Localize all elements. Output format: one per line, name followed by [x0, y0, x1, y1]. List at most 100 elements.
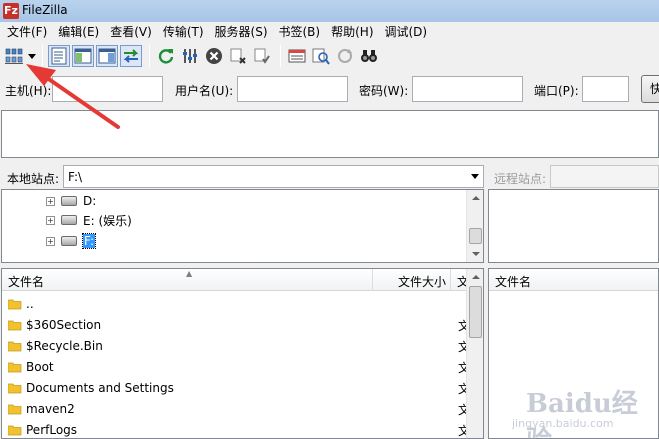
- tree-item-e[interactable]: + E: (娱乐): [46, 210, 132, 230]
- menu-server[interactable]: 服务器(S): [210, 22, 274, 42]
- menu-bar: 文件(F) 编辑(E) 查看(V) 传输(T) 服务器(S) 书签(B) 帮助(…: [0, 22, 659, 42]
- port-input[interactable]: [582, 76, 629, 102]
- cancel-icon: [206, 48, 222, 64]
- quickconnect-button[interactable]: 快: [641, 75, 659, 103]
- window-title: FileZilla: [22, 3, 68, 17]
- toolbar: [0, 42, 659, 70]
- file-row[interactable]: $Recycle.Bin 文: [8, 335, 470, 356]
- reconnect-button[interactable]: [251, 45, 273, 67]
- remote-directory-tree[interactable]: [488, 189, 659, 263]
- disconnect-button[interactable]: [227, 45, 249, 67]
- toolbar-separator: [42, 45, 43, 67]
- tree-item-label-selected: F:: [81, 233, 97, 249]
- directory-filter-button[interactable]: [286, 45, 308, 67]
- directory-filter-icon: [288, 49, 306, 63]
- scrollbar-thumb[interactable]: [469, 286, 482, 338]
- toggle-remote-tree-button[interactable]: [96, 45, 118, 67]
- scroll-down-icon[interactable]: [472, 252, 480, 256]
- compare-directories-icon: [312, 48, 330, 65]
- file-row[interactable]: maven2 文: [8, 398, 470, 419]
- scroll-up-icon[interactable]: [472, 196, 480, 200]
- password-label: 密码(W):: [359, 84, 409, 98]
- folder-icon: [8, 403, 22, 415]
- site-manager-button[interactable]: [3, 45, 25, 67]
- sort-ascending-icon: ▲: [186, 269, 193, 278]
- search-button[interactable]: [358, 45, 380, 67]
- local-file-list: 文件名 ▲ 文件大小 文 .. $360Section 文 $Recycle.B…: [1, 268, 484, 439]
- folder-icon: [8, 340, 22, 352]
- password-input[interactable]: [412, 76, 523, 102]
- host-input[interactable]: [52, 76, 163, 102]
- tree-item-f[interactable]: + F:: [46, 231, 97, 251]
- expand-icon[interactable]: +: [46, 215, 55, 225]
- tree-item-label: E: (娱乐): [83, 213, 132, 228]
- baidu-watermark: Baidu经验 jingyan.baidu.com: [498, 383, 658, 439]
- reconnect-icon: [254, 48, 270, 64]
- quickconnect-bar: 主机(H): 用户名(U): 密码(W): 端口(P): 快: [0, 70, 659, 108]
- file-name: Documents and Settings: [26, 380, 174, 395]
- remote-site-label: 远程站点:: [494, 172, 547, 186]
- local-path-combobox[interactable]: F:\: [63, 165, 484, 188]
- search-binoculars-icon: [361, 50, 377, 62]
- drive-icon: [61, 196, 77, 206]
- file-row[interactable]: Documents and Settings 文: [8, 377, 470, 398]
- dropdown-arrow-icon: [28, 53, 36, 59]
- file-row-parent[interactable]: ..: [8, 293, 34, 314]
- message-log[interactable]: [1, 110, 659, 158]
- scroll-up-icon[interactable]: [472, 275, 480, 279]
- process-queue-icon: [183, 49, 197, 63]
- remote-file-list-header: 文件名: [489, 269, 658, 291]
- menu-edit[interactable]: 编辑(E): [53, 22, 105, 42]
- menu-bookmarks[interactable]: 书签(B): [274, 22, 327, 42]
- process-queue-button[interactable]: [179, 45, 201, 67]
- username-label: 用户名(U):: [175, 84, 234, 98]
- local-path-value: F:\: [68, 170, 83, 184]
- remote-path-combobox[interactable]: [550, 165, 659, 188]
- folder-icon: [8, 361, 22, 373]
- scrollbar-thumb[interactable]: [469, 228, 482, 244]
- file-name: PerfLogs: [26, 422, 78, 437]
- toggle-message-log-button[interactable]: [48, 45, 70, 67]
- expand-icon[interactable]: +: [46, 196, 55, 206]
- drive-icon: [61, 236, 77, 246]
- menu-transfer[interactable]: 传输(T): [158, 22, 210, 42]
- file-list-header: 文件名 ▲ 文件大小 文: [2, 269, 483, 291]
- menu-view[interactable]: 查看(V): [105, 22, 158, 42]
- menu-file[interactable]: 文件(F): [2, 22, 53, 42]
- watermark-main-text: Baidu经验: [526, 389, 638, 439]
- cancel-button[interactable]: [203, 45, 225, 67]
- folder-icon: [8, 424, 22, 436]
- sync-browsing-button[interactable]: [334, 45, 356, 67]
- local-directory-tree: + D: + E: (娱乐) + F:: [1, 189, 484, 263]
- folder-icon: [8, 319, 22, 331]
- toggle-local-tree-button[interactable]: [72, 45, 94, 67]
- username-input[interactable]: [237, 76, 348, 102]
- file-row[interactable]: Boot 文: [8, 356, 470, 377]
- site-manager-dropdown[interactable]: [27, 45, 37, 67]
- column-header-filesize[interactable]: 文件大小: [398, 273, 446, 290]
- file-row[interactable]: $360Section 文: [8, 314, 470, 335]
- port-label: 端口(P):: [534, 84, 579, 98]
- refresh-icon: [158, 49, 174, 64]
- toolbar-separator: [280, 45, 281, 67]
- tree-scrollbar[interactable]: [466, 190, 483, 262]
- tree-item-label: D:: [83, 194, 97, 208]
- local-site-label: 本地站点:: [7, 172, 60, 186]
- column-header-filename[interactable]: 文件名: [495, 273, 531, 290]
- column-header-filename[interactable]: 文件名: [8, 273, 44, 290]
- toggle-transfer-queue-button[interactable]: [120, 45, 142, 67]
- file-row[interactable]: PerfLogs 文: [8, 419, 470, 438]
- toggle-local-tree-icon: [74, 48, 92, 64]
- menu-help[interactable]: 帮助(H): [326, 22, 379, 42]
- column-divider[interactable]: [372, 269, 373, 291]
- combobox-arrow-icon[interactable]: [471, 174, 479, 179]
- tree-item-d[interactable]: + D:: [46, 191, 96, 211]
- refresh-button[interactable]: [155, 45, 177, 67]
- column-divider[interactable]: [450, 269, 451, 291]
- menu-debug[interactable]: 调试(D): [380, 22, 434, 42]
- file-name: maven2: [26, 401, 75, 416]
- compare-directories-button[interactable]: [310, 45, 332, 67]
- expand-icon[interactable]: +: [46, 236, 55, 246]
- sync-browsing-icon: [338, 49, 352, 63]
- file-list-scrollbar[interactable]: [466, 269, 483, 438]
